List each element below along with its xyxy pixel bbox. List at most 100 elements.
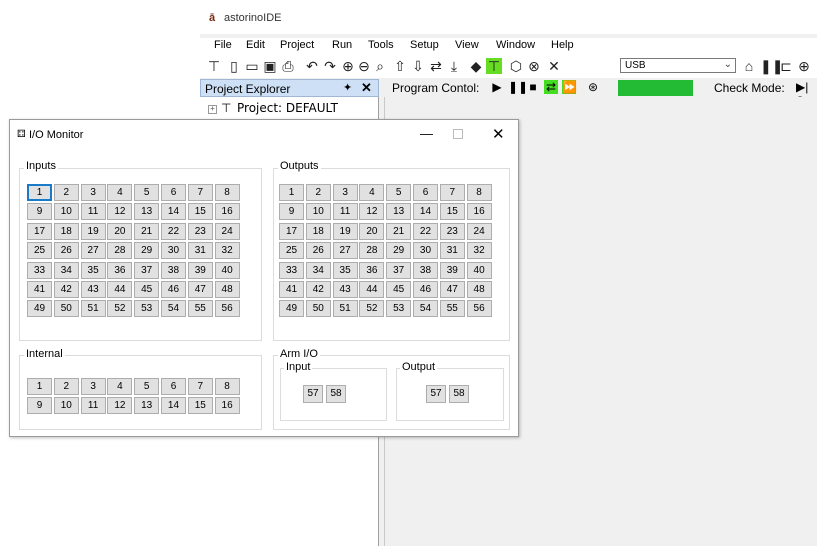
input-27-button[interactable]: 27: [80, 242, 106, 260]
menu-view[interactable]: View: [455, 39, 479, 51]
maximize-button[interactable]: [453, 129, 463, 139]
output-39-button[interactable]: 39: [439, 261, 465, 279]
input-24-button[interactable]: 24: [214, 222, 240, 240]
minimize-button[interactable]: —: [420, 126, 433, 141]
internal-11-button[interactable]: 11: [80, 397, 106, 415]
menu-project[interactable]: Project: [280, 39, 314, 51]
output-35-button[interactable]: 35: [332, 261, 358, 279]
input-40-button[interactable]: 40: [214, 261, 240, 279]
emergency-stop-icon[interactable]: ⊗: [526, 58, 542, 74]
output-3-button[interactable]: 3: [332, 184, 358, 201]
input-2-button[interactable]: 2: [53, 184, 79, 201]
output-36-button[interactable]: 36: [359, 261, 385, 279]
input-31-button[interactable]: 31: [187, 242, 213, 260]
menu-run[interactable]: Run: [332, 39, 352, 51]
output-7-button[interactable]: 7: [439, 184, 465, 201]
output-30-button[interactable]: 30: [412, 242, 438, 260]
input-51-button[interactable]: 51: [80, 300, 106, 318]
output-28-button[interactable]: 28: [359, 242, 385, 260]
output-16-button[interactable]: 16: [466, 203, 492, 221]
input-4-button[interactable]: 4: [107, 184, 133, 201]
output-27-button[interactable]: 27: [332, 242, 358, 260]
output-43-button[interactable]: 43: [332, 280, 358, 298]
output-54-button[interactable]: 54: [412, 300, 438, 318]
input-14-button[interactable]: 14: [160, 203, 186, 221]
input-33-button[interactable]: 33: [27, 261, 52, 279]
output-41-button[interactable]: 41: [279, 280, 304, 298]
download-icon[interactable]: ⇩: [410, 58, 426, 74]
disconnect-icon[interactable]: ✕: [546, 58, 562, 74]
input-35-button[interactable]: 35: [80, 261, 106, 279]
output-24-button[interactable]: 24: [466, 222, 492, 240]
arm-input-57-button[interactable]: 57: [303, 385, 323, 403]
output-31-button[interactable]: 31: [439, 242, 465, 260]
output-26-button[interactable]: 26: [305, 242, 331, 260]
internal-14-button[interactable]: 14: [160, 397, 186, 415]
output-21-button[interactable]: 21: [386, 222, 412, 240]
internal-6-button[interactable]: 6: [160, 378, 186, 395]
output-22-button[interactable]: 22: [412, 222, 438, 240]
cube-icon[interactable]: ⬡: [508, 58, 524, 74]
output-17-button[interactable]: 17: [279, 222, 304, 240]
output-40-button[interactable]: 40: [466, 261, 492, 279]
output-8-button[interactable]: 8: [466, 184, 492, 201]
output-37-button[interactable]: 37: [386, 261, 412, 279]
input-28-button[interactable]: 28: [107, 242, 133, 260]
input-41-button[interactable]: 41: [27, 280, 52, 298]
gamepad-icon[interactable]: ◆: [468, 58, 484, 74]
input-19-button[interactable]: 19: [80, 222, 106, 240]
print-icon[interactable]: ⎙: [280, 58, 296, 74]
output-45-button[interactable]: 45: [386, 280, 412, 298]
target-icon[interactable]: ⊕: [796, 58, 812, 74]
input-50-button[interactable]: 50: [53, 300, 79, 318]
output-18-button[interactable]: 18: [305, 222, 331, 240]
output-11-button[interactable]: 11: [332, 203, 358, 221]
internal-9-button[interactable]: 9: [27, 397, 52, 415]
internal-13-button[interactable]: 13: [134, 397, 160, 415]
output-47-button[interactable]: 47: [439, 280, 465, 298]
input-43-button[interactable]: 43: [80, 280, 106, 298]
input-10-button[interactable]: 10: [53, 203, 79, 221]
output-46-button[interactable]: 46: [412, 280, 438, 298]
input-23-button[interactable]: 23: [187, 222, 213, 240]
menu-edit[interactable]: Edit: [246, 39, 265, 51]
fast-forward-icon[interactable]: ⏩: [562, 80, 577, 94]
input-16-button[interactable]: 16: [214, 203, 240, 221]
output-10-button[interactable]: 10: [305, 203, 331, 221]
output-6-button[interactable]: 6: [412, 184, 438, 201]
new-file-icon[interactable]: ▯: [226, 58, 242, 74]
output-13-button[interactable]: 13: [386, 203, 412, 221]
input-25-button[interactable]: 25: [27, 242, 52, 260]
internal-5-button[interactable]: 5: [134, 378, 160, 395]
open-folder-icon[interactable]: ▭: [244, 58, 260, 74]
loop-icon[interactable]: ⇄: [544, 80, 558, 94]
close-button[interactable]: ✕: [492, 125, 505, 143]
zoom-in-icon[interactable]: ⊕: [340, 58, 356, 74]
internal-10-button[interactable]: 10: [53, 397, 79, 415]
menu-help[interactable]: Help: [551, 39, 574, 51]
input-54-button[interactable]: 54: [160, 300, 186, 318]
input-9-button[interactable]: 9: [27, 203, 52, 221]
undo-icon[interactable]: ↶: [304, 58, 320, 74]
search-icon[interactable]: ⌕: [372, 58, 388, 74]
input-55-button[interactable]: 55: [187, 300, 213, 318]
close-icon[interactable]: ✕: [361, 80, 372, 96]
output-32-button[interactable]: 32: [466, 242, 492, 260]
input-48-button[interactable]: 48: [214, 280, 240, 298]
arm-output-57-button[interactable]: 57: [426, 385, 446, 403]
output-55-button[interactable]: 55: [439, 300, 465, 318]
pause-icon[interactable]: ❚❚: [508, 80, 528, 94]
internal-2-button[interactable]: 2: [53, 378, 79, 395]
internal-16-button[interactable]: 16: [214, 397, 240, 415]
internal-12-button[interactable]: 12: [107, 397, 133, 415]
output-2-button[interactable]: 2: [305, 184, 331, 201]
output-51-button[interactable]: 51: [332, 300, 358, 318]
input-45-button[interactable]: 45: [134, 280, 160, 298]
input-39-button[interactable]: 39: [187, 261, 213, 279]
internal-1-button[interactable]: 1: [27, 378, 52, 395]
output-48-button[interactable]: 48: [466, 280, 492, 298]
input-30-button[interactable]: 30: [160, 242, 186, 260]
input-15-button[interactable]: 15: [187, 203, 213, 221]
output-29-button[interactable]: 29: [386, 242, 412, 260]
internal-8-button[interactable]: 8: [214, 378, 240, 395]
